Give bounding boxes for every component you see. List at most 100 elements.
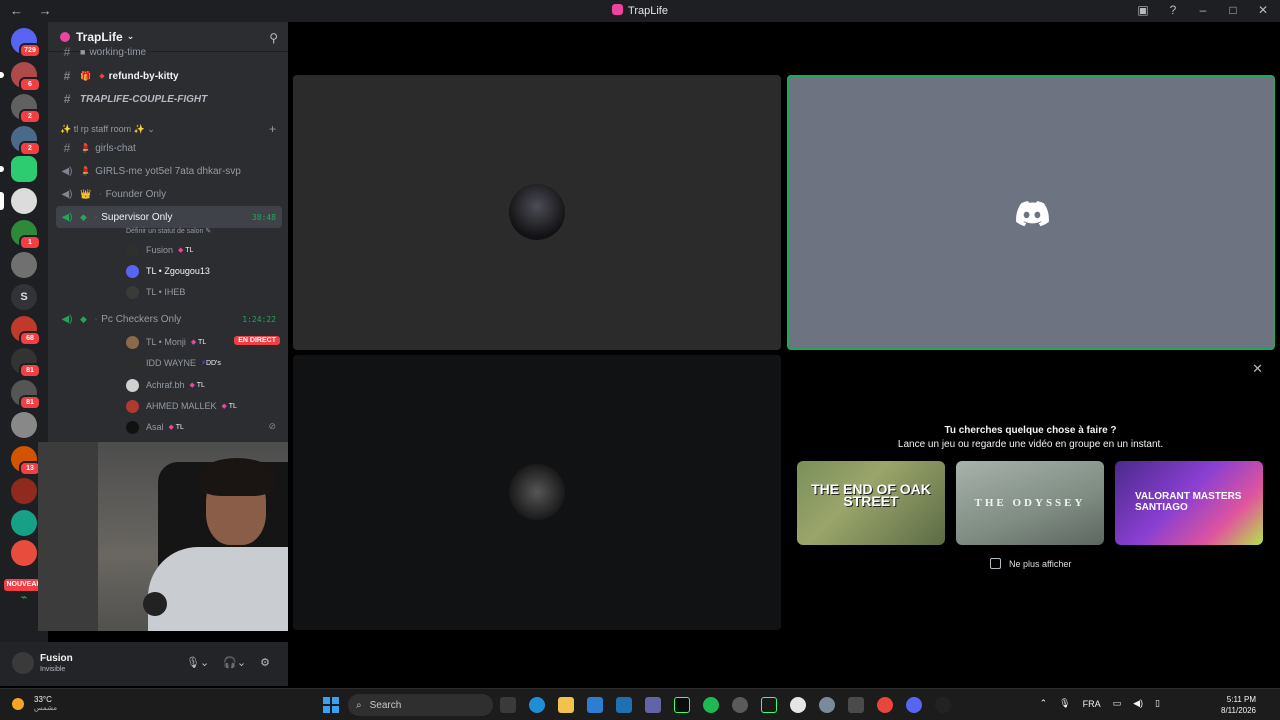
server-icon[interactable]: 2 bbox=[11, 94, 41, 124]
avatar bbox=[126, 335, 139, 349]
category-header[interactable]: ✨ tl rp staff room ✨ ⌄ bbox=[60, 124, 155, 135]
windows-start-button[interactable] bbox=[323, 697, 339, 713]
dont-show-checkbox[interactable] bbox=[990, 558, 1001, 569]
app-icon[interactable] bbox=[761, 697, 777, 713]
voice-channel-pc-checkers[interactable]: ◀) ◆ · Pc Checkers Only 1:24:22 bbox=[56, 309, 282, 329]
taskbar-search[interactable]: ⌕ Search bbox=[348, 694, 493, 716]
app-icon[interactable] bbox=[674, 697, 690, 713]
voice-member[interactable]: Asal ◆ TL bbox=[126, 418, 184, 436]
discord-icon[interactable] bbox=[906, 697, 922, 713]
settings-icon[interactable] bbox=[819, 697, 835, 713]
voice-member[interactable]: AHMED MALLEK ◆ TL bbox=[126, 397, 237, 415]
voice-channel-girls[interactable]: ◀) 💄 GIRLS-me yot5el 7ata dhkar-svp bbox=[56, 161, 282, 181]
microphone-icon[interactable]: 🎙 bbox=[1059, 698, 1070, 709]
calculator-icon[interactable] bbox=[848, 697, 864, 713]
voice-member[interactable]: IDD WAYNE ⚡DD's bbox=[126, 354, 221, 372]
role-tag: ◆ TL bbox=[221, 403, 237, 410]
chatgpt-icon[interactable] bbox=[790, 697, 806, 713]
shield-icon: ◆ bbox=[80, 313, 87, 324]
file-explorer-icon[interactable] bbox=[558, 697, 574, 713]
help-icon[interactable]: ? bbox=[1166, 3, 1180, 17]
game-card-the-odyssey[interactable]: THE ODYSSEY bbox=[956, 461, 1104, 545]
mention-badge: 81 bbox=[19, 363, 41, 378]
voice-member[interactable]: Fusion ◆ TL bbox=[126, 241, 193, 259]
participant-tile-speaking[interactable] bbox=[787, 75, 1275, 350]
server-icon[interactable] bbox=[11, 252, 37, 278]
app-icon[interactable] bbox=[935, 697, 951, 713]
avatar[interactable] bbox=[12, 652, 34, 674]
channel-refund-by-kitty[interactable]: # 🎁 ◆ refund-by-kitty bbox=[56, 66, 282, 86]
chevron-up-icon[interactable]: ⌃ bbox=[1040, 698, 1048, 709]
server-icon-s[interactable]: S bbox=[11, 284, 37, 310]
server-icon[interactable] bbox=[0, 156, 37, 182]
channel-couple-fight[interactable]: # TRAPLIFE-COUPLE-FIGHT bbox=[56, 89, 282, 109]
gear-icon[interactable]: ⚙ bbox=[260, 656, 270, 669]
user-status: Invisible bbox=[40, 666, 66, 673]
weather-widget[interactable]: 33°C مشمس bbox=[12, 695, 57, 712]
mention-badge: 68 bbox=[19, 331, 41, 346]
add-channel-icon[interactable]: + bbox=[269, 122, 276, 136]
server-icon[interactable]: 13 bbox=[11, 446, 41, 476]
mention-badge: 2 bbox=[19, 141, 41, 156]
role-tag: ◆ TL bbox=[190, 339, 207, 346]
participant-tile[interactable] bbox=[293, 75, 781, 350]
store-icon[interactable] bbox=[616, 697, 632, 713]
server-icon[interactable]: 6 bbox=[0, 62, 41, 92]
server-icon[interactable] bbox=[11, 540, 37, 566]
channel-working-time[interactable]: # ■ working-time bbox=[56, 46, 282, 58]
voice-member[interactable]: TL • Zgougou13 bbox=[126, 262, 210, 280]
game-card-end-of-oak-street[interactable]: THE END OF OAK STREET bbox=[797, 461, 945, 545]
task-view-icon[interactable] bbox=[500, 697, 516, 713]
user-controls: 🎙⌄ 🎧⌄ ⚙ bbox=[186, 656, 270, 669]
emoji-icon: 🎁 bbox=[80, 70, 92, 81]
volume-icon[interactable]: ◀) bbox=[1133, 698, 1143, 709]
server-icon[interactable] bbox=[11, 510, 37, 536]
app-icon[interactable] bbox=[732, 697, 748, 713]
teams-icon[interactable] bbox=[645, 697, 661, 713]
battery-icon[interactable]: ▯ bbox=[1155, 698, 1160, 709]
guild-icon bbox=[60, 31, 70, 42]
microphone-icon[interactable]: 🎙⌄ bbox=[186, 656, 209, 669]
headphones-icon[interactable]: 🎧⌄ bbox=[223, 656, 246, 669]
voice-member[interactable]: Achraf.bh ◆ TL bbox=[126, 376, 205, 394]
server-icon[interactable]: 1 bbox=[11, 220, 41, 250]
edge-icon[interactable] bbox=[529, 697, 545, 713]
avatar bbox=[126, 420, 139, 434]
channel-status-placeholder[interactable]: Définir un statut de salon ✎ bbox=[126, 227, 211, 235]
language-indicator[interactable]: FRA bbox=[1083, 699, 1101, 709]
participant-avatar bbox=[509, 464, 565, 520]
minimize-button[interactable]: – bbox=[1196, 3, 1210, 17]
voice-member[interactable]: TL • IHEB bbox=[126, 283, 185, 301]
voice-channel-founder[interactable]: ◀) 👑 · Founder Only bbox=[56, 184, 282, 204]
inbox-icon[interactable]: ▣ bbox=[1136, 3, 1150, 17]
dm-home-button[interactable]: 729 bbox=[11, 28, 41, 58]
live-badge: EN DIRECT bbox=[234, 336, 280, 345]
server-icon[interactable] bbox=[11, 478, 37, 504]
server-icon[interactable]: 81 bbox=[11, 348, 41, 378]
voice-channel-supervisor[interactable]: ◀) ◆ · Supervisor Only 38:48 bbox=[56, 206, 282, 228]
channel-girls-chat[interactable]: # 💄 girls-chat bbox=[56, 138, 282, 158]
chrome-icon[interactable] bbox=[877, 697, 893, 713]
mail-icon[interactable] bbox=[587, 697, 603, 713]
avatar bbox=[126, 243, 139, 257]
server-icon[interactable]: 81 bbox=[11, 380, 41, 410]
close-icon[interactable]: ✕ bbox=[1252, 361, 1263, 377]
invite-icon[interactable]: ⚲ bbox=[269, 31, 278, 45]
activity-heading: Tu cherches quelque chose à faire ? bbox=[944, 425, 1117, 436]
traplife-server-icon[interactable] bbox=[0, 188, 37, 214]
speaker-icon: ◀) bbox=[61, 165, 73, 177]
network-icon[interactable]: ▭ bbox=[1113, 698, 1122, 709]
role-tag: ◆ TL bbox=[178, 247, 194, 254]
server-icon[interactable]: 68 bbox=[11, 316, 41, 346]
participant-tile[interactable] bbox=[293, 355, 781, 630]
close-window-button[interactable]: ✕ bbox=[1256, 3, 1270, 17]
server-icon[interactable] bbox=[11, 412, 37, 438]
discover-icon[interactable]: ⌁ bbox=[11, 584, 37, 610]
maximize-button[interactable]: □ bbox=[1226, 3, 1240, 17]
clock[interactable]: 5:11 PM 8/11/2026 bbox=[1221, 694, 1256, 716]
muted-icon: ⊘ bbox=[268, 421, 276, 431]
server-icon[interactable]: 2 bbox=[11, 126, 41, 156]
spotify-icon[interactable] bbox=[703, 697, 719, 713]
game-card-valorant-masters[interactable]: VALORANT MASTERS SANTIAGO bbox=[1115, 461, 1263, 545]
mention-badge: 81 bbox=[19, 395, 41, 410]
